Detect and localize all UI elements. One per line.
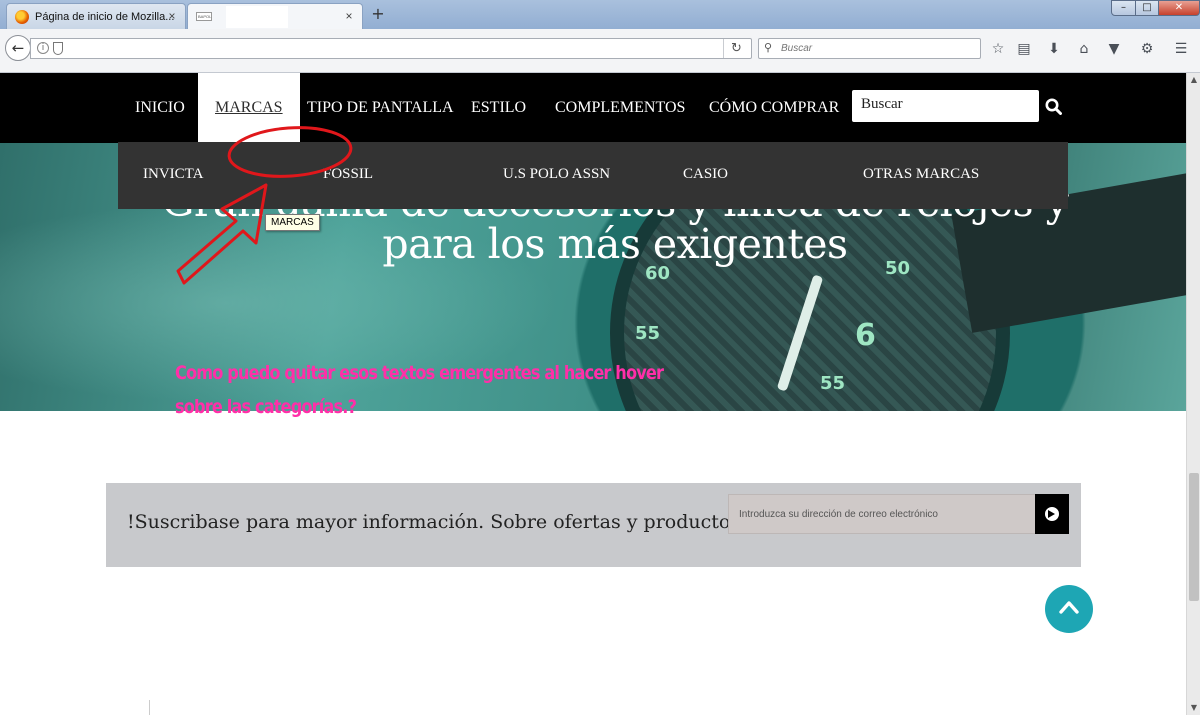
page-thumbnail-icon: BAPOL <box>196 12 212 21</box>
menu-icon[interactable]: ☰ <box>1172 41 1190 57</box>
tab-mozilla-home[interactable]: Página de inicio de Mozilla... × <box>6 3 186 29</box>
marcas-dropdown-menu: INVICTA FOSSIL U.S POLO ASSN CASIO OTRAS… <box>118 142 1068 209</box>
web-page: 50 55 6 60 55 Gran gama de accesorios y … <box>0 73 1186 715</box>
hover-tooltip: MARCAS <box>265 214 320 231</box>
nav-item-marcas[interactable]: MARCAS <box>198 73 300 143</box>
back-button[interactable]: ← <box>5 35 31 61</box>
page-scrollbar[interactable]: ▲ ▼ <box>1186 73 1200 715</box>
subscribe-button[interactable] <box>1035 494 1069 534</box>
close-window-button[interactable]: ✕ <box>1158 0 1200 16</box>
tab-close-icon[interactable]: × <box>165 9 179 23</box>
status-bar <box>0 700 150 715</box>
question-line1: Como puedo quitar esos textos emergentes… <box>175 362 664 384</box>
dial-number: 6 <box>855 318 876 353</box>
reading-list-icon[interactable]: ▤ <box>1015 41 1033 57</box>
scroll-down-arrow-icon[interactable]: ▼ <box>1187 701 1200 715</box>
dropdown-item-fossil[interactable]: FOSSIL <box>323 166 373 183</box>
browser-search-input[interactable]: ⚲ Buscar <box>758 38 981 59</box>
search-placeholder: Buscar <box>781 43 813 54</box>
newsletter-text: !Suscribase para mayor información. Sobr… <box>127 511 747 533</box>
question-line2: sobre las categorías.? <box>175 396 357 418</box>
new-tab-button[interactable]: + <box>368 4 388 23</box>
dial-number: 55 <box>820 373 846 394</box>
annotation-question: Como puedo quitar esos textos emergentes… <box>175 356 685 424</box>
arrow-right-icon <box>1048 510 1055 518</box>
dropdown-item-otras-marcas[interactable]: OTRAS MARCAS <box>863 166 979 183</box>
nav-item-estilo[interactable]: ESTILO <box>471 73 526 143</box>
tab-close-icon[interactable]: × <box>342 9 356 23</box>
dropdown-item-invicta[interactable]: INVICTA <box>143 166 203 183</box>
maximize-button[interactable]: □ <box>1135 0 1159 16</box>
url-bar[interactable]: i ↻ <box>30 38 752 59</box>
dropdown-item-us-polo-assn[interactable]: U.S POLO ASSN <box>503 166 610 183</box>
nav-item-inicio[interactable]: INICIO <box>135 73 185 143</box>
nav-item-como-comprar[interactable]: CÓMO COMPRAR <box>709 73 839 143</box>
chevron-up-icon <box>1059 601 1079 614</box>
site-main-nav: INICIO MARCAS TIPO DE PANTALLA ESTILO CO… <box>0 73 1186 143</box>
site-search-button[interactable] <box>1039 90 1067 122</box>
search-icon: ⚲ <box>764 41 773 54</box>
minimize-button[interactable]: – <box>1111 0 1136 16</box>
download-icon[interactable]: ⬇ <box>1045 41 1063 57</box>
scrollbar-thumb[interactable] <box>1189 473 1199 601</box>
dial-number: 55 <box>635 323 661 344</box>
info-icon[interactable]: i <box>37 42 49 54</box>
dropdown-item-casio[interactable]: CASIO <box>683 166 728 183</box>
browser-toolbar: ← i ↻ ⚲ Buscar ☆ ▤ ⬇ ⌂ ▼ ⚙ ☰ <box>0 29 1200 73</box>
shield-icon[interactable] <box>53 42 63 55</box>
site-search-input[interactable]: Buscar <box>852 90 1039 122</box>
scroll-up-arrow-icon[interactable]: ▲ <box>1187 73 1200 87</box>
tab-title-redacted <box>226 5 288 28</box>
reload-icon[interactable]: ↻ <box>723 39 749 58</box>
nav-item-complementos[interactable]: COMPLEMENTOS <box>555 73 685 143</box>
search-icon <box>1045 98 1062 115</box>
home-icon[interactable]: ⌂ <box>1075 41 1093 57</box>
extension-icon[interactable]: ⚙ <box>1138 41 1156 57</box>
tab-bar: Página de inicio de Mozilla... × BAPOL ×… <box>0 0 1200 29</box>
email-input[interactable]: Introduzca su dirección de correo electr… <box>728 494 1036 534</box>
nav-item-tipo-de-pantalla[interactable]: TIPO DE PANTALLA <box>307 73 454 143</box>
bookmark-star-icon[interactable]: ☆ <box>989 41 1007 57</box>
pocket-icon[interactable]: ▼ <box>1105 41 1123 57</box>
scroll-to-top-button[interactable] <box>1045 585 1093 633</box>
tab-current-site[interactable]: BAPOL × <box>187 3 363 29</box>
firefox-icon <box>15 9 29 24</box>
tab-title: Página de inicio de Mozilla... <box>35 10 175 23</box>
newsletter-section: !Suscribase para mayor información. Sobr… <box>106 483 1081 567</box>
